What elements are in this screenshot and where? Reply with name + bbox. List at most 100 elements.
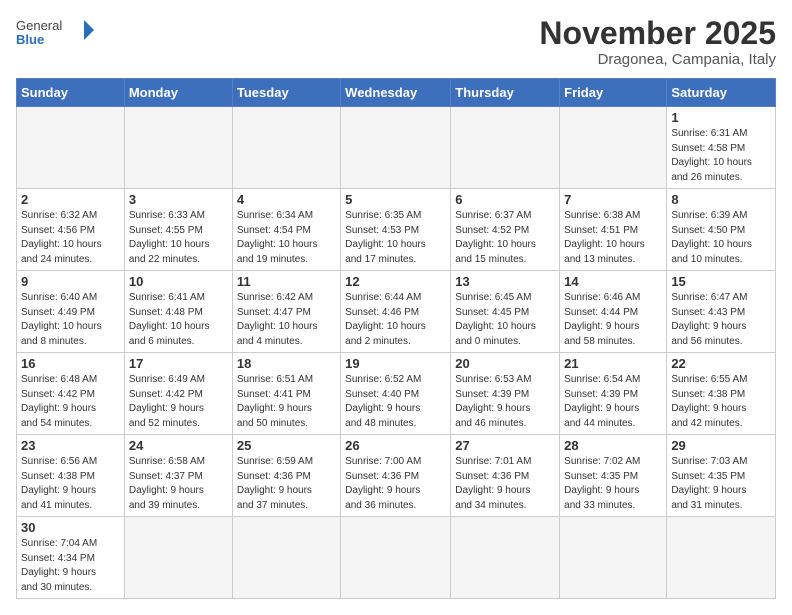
week-row-6: 30 Sunrise: 7:04 AM Sunset: 4:34 PM Dayli… (17, 517, 776, 599)
day-number: 15 (671, 274, 771, 289)
day-number: 29 (671, 438, 771, 453)
day-number: 8 (671, 192, 771, 207)
day-number: 10 (129, 274, 228, 289)
calendar-cell: 7 Sunrise: 6:38 AM Sunset: 4:51 PM Daylig… (560, 189, 667, 271)
calendar-cell (124, 517, 232, 599)
logo: General Blue (16, 16, 96, 48)
day-info: Sunrise: 7:04 AM Sunset: 4:34 PM Dayligh… (21, 537, 120, 595)
day-info: Sunrise: 6:49 AM Sunset: 4:42 PM Dayligh… (129, 373, 228, 431)
svg-text:Blue: Blue (16, 32, 44, 47)
day-number: 22 (671, 356, 771, 371)
page: General Blue November 2025 Dragonea, Cam… (0, 0, 792, 615)
day-info: Sunrise: 6:56 AM Sunset: 4:38 PM Dayligh… (21, 455, 120, 513)
sub-title: Dragonea, Campania, Italy (539, 51, 776, 68)
day-number: 19 (345, 356, 446, 371)
week-row-5: 23 Sunrise: 6:56 AM Sunset: 4:38 PM Dayli… (17, 435, 776, 517)
day-number: 30 (21, 520, 120, 535)
day-info: Sunrise: 6:41 AM Sunset: 4:48 PM Dayligh… (129, 291, 228, 349)
day-number: 27 (455, 438, 555, 453)
header: General Blue November 2025 Dragonea, Cam… (16, 16, 776, 68)
day-info: Sunrise: 6:58 AM Sunset: 4:37 PM Dayligh… (129, 455, 228, 513)
day-number: 3 (129, 192, 228, 207)
day-number: 9 (21, 274, 120, 289)
day-info: Sunrise: 6:31 AM Sunset: 4:58 PM Dayligh… (671, 127, 771, 185)
calendar-cell (560, 517, 667, 599)
day-info: Sunrise: 6:45 AM Sunset: 4:45 PM Dayligh… (455, 291, 555, 349)
calendar-cell: 24Sunrise: 6:58 AM Sunset: 4:37 PM Dayli… (124, 435, 232, 517)
day-number: 17 (129, 356, 228, 371)
calendar-cell: 13Sunrise: 6:45 AM Sunset: 4:45 PM Dayli… (451, 271, 560, 353)
header-thursday: Thursday (451, 79, 560, 107)
week-row-1: 1Sunrise: 6:31 AM Sunset: 4:58 PM Daylig… (17, 107, 776, 189)
day-info: Sunrise: 6:47 AM Sunset: 4:43 PM Dayligh… (671, 291, 771, 349)
day-info: Sunrise: 6:46 AM Sunset: 4:44 PM Dayligh… (564, 291, 662, 349)
calendar-cell: 16Sunrise: 6:48 AM Sunset: 4:42 PM Dayli… (17, 353, 125, 435)
calendar-cell: 22 Sunrise: 6:55 AM Sunset: 4:38 PM Dayli… (667, 353, 776, 435)
calendar-cell: 1Sunrise: 6:31 AM Sunset: 4:58 PM Daylig… (667, 107, 776, 189)
day-info: Sunrise: 7:03 AM Sunset: 4:35 PM Dayligh… (671, 455, 771, 513)
calendar-cell (451, 517, 560, 599)
day-number: 7 (564, 192, 662, 207)
header-sunday: Sunday (17, 79, 125, 107)
day-info: Sunrise: 6:34 AM Sunset: 4:54 PM Dayligh… (237, 209, 336, 267)
week-row-3: 9Sunrise: 6:40 AM Sunset: 4:49 PM Daylig… (17, 271, 776, 353)
calendar-cell: 28Sunrise: 7:02 AM Sunset: 4:35 PM Dayli… (560, 435, 667, 517)
day-number: 4 (237, 192, 336, 207)
day-number: 21 (564, 356, 662, 371)
day-number: 2 (21, 192, 120, 207)
calendar-cell: 19Sunrise: 6:52 AM Sunset: 4:40 PM Dayli… (341, 353, 451, 435)
main-title: November 2025 (539, 16, 776, 51)
weekday-header-row: Sunday Monday Tuesday Wednesday Thursday… (17, 79, 776, 107)
day-number: 6 (455, 192, 555, 207)
calendar-cell: 14 Sunrise: 6:46 AM Sunset: 4:44 PM Dayli… (560, 271, 667, 353)
calendar-cell (232, 107, 340, 189)
day-number: 26 (345, 438, 446, 453)
header-wednesday: Wednesday (341, 79, 451, 107)
day-info: Sunrise: 6:39 AM Sunset: 4:50 PM Dayligh… (671, 209, 771, 267)
calendar-cell: 27Sunrise: 7:01 AM Sunset: 4:36 PM Dayli… (451, 435, 560, 517)
header-monday: Monday (124, 79, 232, 107)
calendar-cell: 20 Sunrise: 6:53 AM Sunset: 4:39 PM Dayli… (451, 353, 560, 435)
day-info: Sunrise: 6:55 AM Sunset: 4:38 PM Dayligh… (671, 373, 771, 431)
calendar-cell (17, 107, 125, 189)
calendar-cell: 30 Sunrise: 7:04 AM Sunset: 4:34 PM Dayli… (17, 517, 125, 599)
calendar-cell: 15 Sunrise: 6:47 AM Sunset: 4:43 PM Dayli… (667, 271, 776, 353)
day-number: 12 (345, 274, 446, 289)
calendar-cell: 17 Sunrise: 6:49 AM Sunset: 4:42 PM Dayli… (124, 353, 232, 435)
header-friday: Friday (560, 79, 667, 107)
day-info: Sunrise: 6:32 AM Sunset: 4:56 PM Dayligh… (21, 209, 120, 267)
day-info: Sunrise: 7:02 AM Sunset: 4:35 PM Dayligh… (564, 455, 662, 513)
calendar-cell: 29 Sunrise: 7:03 AM Sunset: 4:35 PM Dayli… (667, 435, 776, 517)
day-info: Sunrise: 6:53 AM Sunset: 4:39 PM Dayligh… (455, 373, 555, 431)
title-block: November 2025 Dragonea, Campania, Italy (539, 16, 776, 68)
day-number: 14 (564, 274, 662, 289)
calendar-table: Sunday Monday Tuesday Wednesday Thursday… (16, 78, 776, 599)
day-info: Sunrise: 6:38 AM Sunset: 4:51 PM Dayligh… (564, 209, 662, 267)
day-info: Sunrise: 6:33 AM Sunset: 4:55 PM Dayligh… (129, 209, 228, 267)
day-number: 5 (345, 192, 446, 207)
svg-text:General: General (16, 18, 62, 33)
calendar-cell (232, 517, 340, 599)
day-info: Sunrise: 6:42 AM Sunset: 4:47 PM Dayligh… (237, 291, 336, 349)
calendar-cell: 10 Sunrise: 6:41 AM Sunset: 4:48 PM Dayli… (124, 271, 232, 353)
calendar-cell: 23 Sunrise: 6:56 AM Sunset: 4:38 PM Dayli… (17, 435, 125, 517)
calendar-cell: 21 Sunrise: 6:54 AM Sunset: 4:39 PM Dayli… (560, 353, 667, 435)
calendar-cell: 9Sunrise: 6:40 AM Sunset: 4:49 PM Daylig… (17, 271, 125, 353)
calendar-cell: 18Sunrise: 6:51 AM Sunset: 4:41 PM Dayli… (232, 353, 340, 435)
day-number: 25 (237, 438, 336, 453)
calendar-cell: 25Sunrise: 6:59 AM Sunset: 4:36 PM Dayli… (232, 435, 340, 517)
week-row-4: 16Sunrise: 6:48 AM Sunset: 4:42 PM Dayli… (17, 353, 776, 435)
calendar-cell: 26Sunrise: 7:00 AM Sunset: 4:36 PM Dayli… (341, 435, 451, 517)
calendar-cell: 2 Sunrise: 6:32 AM Sunset: 4:56 PM Daylig… (17, 189, 125, 271)
day-number: 16 (21, 356, 120, 371)
day-info: Sunrise: 6:44 AM Sunset: 4:46 PM Dayligh… (345, 291, 446, 349)
header-tuesday: Tuesday (232, 79, 340, 107)
calendar-cell: 5Sunrise: 6:35 AM Sunset: 4:53 PM Daylig… (341, 189, 451, 271)
day-number: 20 (455, 356, 555, 371)
header-saturday: Saturday (667, 79, 776, 107)
day-number: 23 (21, 438, 120, 453)
day-info: Sunrise: 6:54 AM Sunset: 4:39 PM Dayligh… (564, 373, 662, 431)
logo-icon: General Blue (16, 16, 96, 48)
calendar-cell (560, 107, 667, 189)
calendar-cell (341, 517, 451, 599)
